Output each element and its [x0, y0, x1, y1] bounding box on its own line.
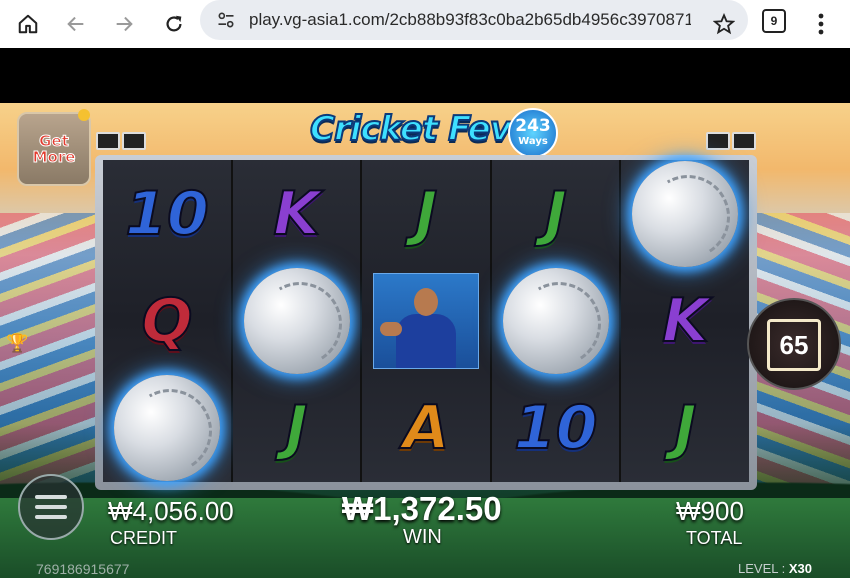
win-value: ₩1,372.50 — [342, 490, 502, 527]
free-spins-value: 65 — [767, 319, 821, 371]
home-icon[interactable] — [10, 6, 46, 42]
reel-symbol: K — [233, 160, 361, 267]
letterbox-bar — [0, 48, 850, 103]
reel-symbol — [362, 267, 490, 374]
browser-toolbar: play.vg-asia1.com/2cb88b93f83c0ba2b65db4… — [0, 0, 850, 48]
floodlight-icon — [706, 132, 730, 150]
ways-label: Ways — [518, 136, 548, 147]
reel-symbol: Q — [103, 267, 231, 374]
reel-symbol: A — [362, 374, 490, 481]
reel-symbol: J — [492, 160, 620, 267]
reel-symbol — [621, 160, 749, 267]
menu-icon — [35, 495, 67, 499]
reload-icon[interactable] — [156, 6, 192, 42]
address-bar[interactable]: play.vg-asia1.com/2cb88b93f83c0ba2b65db4… — [200, 0, 748, 40]
symbol-K: K — [272, 178, 320, 250]
ways-badge: 243 Ways — [508, 108, 558, 158]
session-id: 769186915677 — [36, 561, 130, 577]
site-settings-icon[interactable] — [208, 2, 244, 38]
ways-number: 243 — [515, 116, 551, 136]
reel-symbol: K — [621, 267, 749, 374]
reel-column: KJ — [232, 160, 363, 482]
win-label: WIN — [403, 526, 442, 548]
get-more-button[interactable]: Get More — [17, 112, 91, 186]
cricketer-symbol — [373, 272, 480, 369]
symbol-J: J — [673, 392, 697, 464]
back-arrow-icon[interactable] — [58, 6, 94, 42]
total-bet-label: TOTAL — [686, 528, 743, 548]
get-more-label-1: Get — [39, 132, 70, 150]
menu-button[interactable] — [18, 474, 84, 540]
reel-symbol: J — [621, 374, 749, 481]
forward-arrow-icon[interactable] — [106, 6, 142, 42]
reel-symbol: 10 — [492, 374, 620, 481]
reel-symbol — [233, 267, 361, 374]
url-text[interactable]: play.vg-asia1.com/2cb88b93f83c0ba2b65db4… — [249, 10, 691, 30]
floodlight-icon — [96, 132, 120, 150]
symbol-J: J — [414, 178, 438, 250]
level-value: X30 — [788, 561, 812, 576]
reel-symbol: J — [233, 374, 361, 481]
cricket-ball-symbol — [114, 374, 220, 481]
symbol-J: J — [544, 178, 568, 250]
free-spins-counter[interactable]: 65 — [747, 298, 841, 390]
symbol-10: 10 — [124, 178, 209, 250]
tabs-icon[interactable]: 9 — [762, 9, 786, 33]
symbol-Q: Q — [140, 285, 193, 357]
reel-symbol: J — [362, 160, 490, 267]
symbol-10: 10 — [513, 392, 598, 464]
notification-dot — [78, 109, 90, 121]
reel-column: 10 Q — [103, 160, 233, 482]
reel-column: JA — [362, 160, 492, 482]
level-label: LEVEL : — [738, 561, 786, 576]
star-icon[interactable] — [706, 6, 742, 42]
symbol-K: K — [661, 285, 709, 357]
cricket-ball-symbol — [632, 160, 739, 267]
floodlight-icon — [122, 132, 146, 150]
symbol-A: A — [402, 392, 450, 464]
game-logo: Cricket Fever 243 Ways — [309, 105, 558, 158]
more-vert-icon[interactable] — [803, 6, 839, 42]
credit-label: CREDIT — [110, 528, 177, 548]
reel-column: J 10 — [491, 160, 622, 482]
cricket-ball-symbol — [243, 267, 350, 374]
level-indicator: LEVEL : X30 — [738, 561, 812, 576]
total-bet-value[interactable]: ₩900 — [676, 496, 744, 527]
floodlight-icon — [732, 132, 756, 150]
credit-value: ₩4,056.00 — [108, 496, 234, 526]
reel-column: KJ — [621, 160, 749, 482]
reel-symbol — [103, 374, 231, 481]
trophy-icon[interactable]: 🏆 — [6, 333, 28, 355]
get-more-label-2: More — [32, 148, 76, 166]
reels: 10 Q K J J A J 10 K J — [103, 160, 749, 482]
reel-symbol — [492, 267, 620, 374]
reel-symbol: 10 — [103, 160, 231, 267]
symbol-J: J — [284, 392, 308, 464]
cricket-ball-symbol — [502, 267, 609, 374]
